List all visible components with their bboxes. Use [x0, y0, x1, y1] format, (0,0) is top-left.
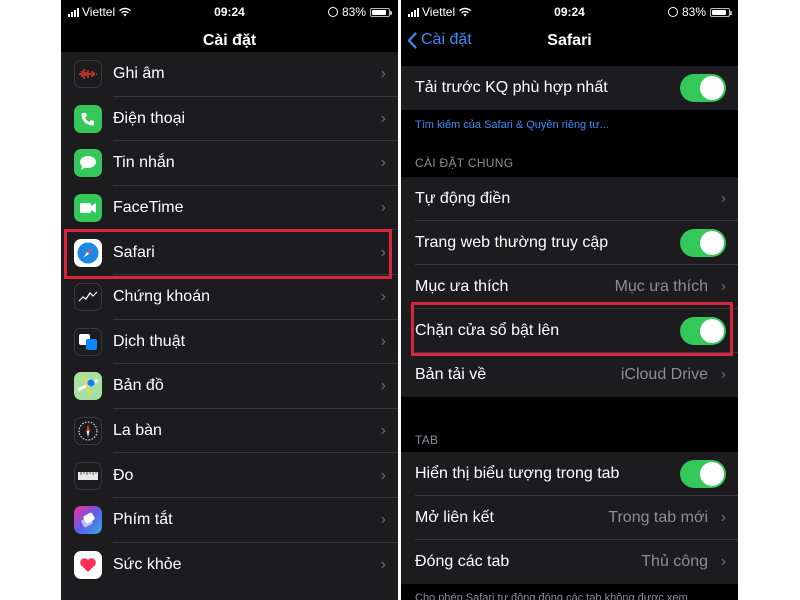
screenshot-stage: Viettel 09:24 83% Cài đặt Ghi âm › Điện …: [0, 0, 800, 600]
chevron-right-icon: ›: [720, 509, 726, 526]
safari-privacy-link[interactable]: Tìm kiếm của Safari & Quyền riêng tư...: [415, 119, 609, 131]
chevron-right-icon: ›: [380, 199, 386, 217]
stocks-icon: [74, 283, 102, 312]
frequently-visited-row: Trang web thường truy cập: [401, 221, 738, 265]
show-tab-icons-toggle[interactable]: [680, 460, 726, 488]
chevron-right-icon: ›: [380, 243, 386, 261]
status-bar: Viettel 09:24 83%: [61, 0, 398, 22]
chevron-right-icon: ›: [380, 109, 386, 127]
nav-bar: Cài đặt Safari: [401, 22, 738, 60]
preload-top-hit-row: Tải trước KQ phù hợp nhất: [401, 66, 738, 110]
open-links-row[interactable]: Mở liên kết Trong tab mới ›: [401, 496, 738, 540]
battery-icon: [370, 7, 392, 17]
settings-item-compass[interactable]: La bàn ›: [61, 409, 398, 454]
facetime-icon: [74, 194, 102, 223]
settings-item-maps[interactable]: Bản đồ ›: [61, 364, 398, 409]
tab-group: Hiển thị biểu tượng trong tab Mở liên kế…: [401, 452, 738, 584]
orientation-lock-icon: [327, 7, 338, 17]
downloads-row[interactable]: Bản tải về iCloud Drive ›: [401, 353, 738, 397]
settings-item-stocks[interactable]: Chứng khoán ›: [61, 275, 398, 320]
battery-percent: 83%: [681, 5, 706, 19]
battery-icon: [710, 7, 732, 17]
maps-icon: [74, 372, 102, 401]
page-title: Cài đặt: [202, 32, 257, 49]
settings-item-phone[interactable]: Điện thoại ›: [61, 97, 398, 142]
measure-icon: [74, 461, 102, 490]
section-header-tab: TAB: [415, 433, 439, 447]
orientation-lock-icon: [667, 7, 678, 17]
settings-item-facetime[interactable]: FaceTime ›: [61, 186, 398, 231]
chevron-right-icon: ›: [380, 466, 386, 484]
chevron-right-icon: ›: [720, 553, 726, 570]
battery-percent: 83%: [341, 5, 366, 19]
translate-icon: [74, 327, 102, 356]
chevron-right-icon: ›: [380, 555, 386, 573]
chevron-right-icon: ›: [380, 154, 386, 172]
shortcuts-icon: [74, 506, 102, 535]
messages-icon: [74, 149, 102, 178]
show-tab-icons-row: Hiển thị biểu tượng trong tab: [401, 452, 738, 496]
page-title: Safari: [547, 32, 592, 49]
settings-item-shortcuts[interactable]: Phím tắt ›: [61, 498, 398, 543]
compass-icon: [74, 417, 102, 446]
settings-screen: Viettel 09:24 83% Cài đặt Ghi âm › Điện …: [61, 0, 398, 600]
section-header-general: CÀI ĐẶT CHUNG: [415, 156, 514, 170]
preload-top-hit-toggle[interactable]: [680, 74, 726, 102]
chevron-right-icon: ›: [720, 278, 726, 295]
settings-item-translate[interactable]: Dịch thuật ›: [61, 320, 398, 365]
phone-icon: [74, 104, 102, 133]
favorites-row[interactable]: Mục ưa thích Mục ưa thích ›: [401, 265, 738, 309]
settings-item-measure[interactable]: Đo ›: [61, 453, 398, 498]
settings-item-health[interactable]: Sức khỏe ›: [61, 543, 398, 588]
chevron-right-icon: ›: [380, 422, 386, 440]
search-group: Tải trước KQ phù hợp nhất: [401, 66, 738, 110]
settings-list: Ghi âm › Điện thoại › Tin nhắn › FaceTim…: [61, 52, 398, 600]
chevron-right-icon: ›: [380, 65, 386, 83]
autofill-row[interactable]: Tự động điền ›: [401, 177, 738, 221]
health-icon: [74, 550, 102, 579]
chevron-right-icon: ›: [380, 377, 386, 395]
frequently-visited-toggle[interactable]: [680, 229, 726, 257]
chevron-right-icon: ›: [720, 366, 726, 383]
status-bar: Viettel 09:24 83%: [401, 0, 738, 22]
block-popups-row: Chặn cửa sổ bật lên: [401, 309, 738, 353]
tab-footer-text: Cho phép Safari tự động đóng các tab khô…: [415, 592, 688, 600]
block-popups-toggle[interactable]: [680, 317, 726, 345]
settings-item-safari[interactable]: Safari ›: [61, 230, 398, 275]
safari-icon: [74, 238, 102, 267]
general-group: Tự động điền › Trang web thường truy cập…: [401, 177, 738, 397]
settings-item-voice-memos[interactable]: Ghi âm ›: [61, 52, 398, 97]
chevron-right-icon: ›: [380, 332, 386, 350]
voice-memos-icon: [74, 60, 102, 89]
chevron-right-icon: ›: [380, 511, 386, 529]
settings-item-messages[interactable]: Tin nhắn ›: [61, 141, 398, 186]
safari-settings-screen: Viettel 09:24 83% Cài đặt Safari Tải trư…: [401, 0, 738, 600]
chevron-right-icon: ›: [720, 190, 726, 207]
close-tabs-row[interactable]: Đóng các tab Thủ công ›: [401, 540, 738, 584]
chevron-right-icon: ›: [380, 288, 386, 306]
